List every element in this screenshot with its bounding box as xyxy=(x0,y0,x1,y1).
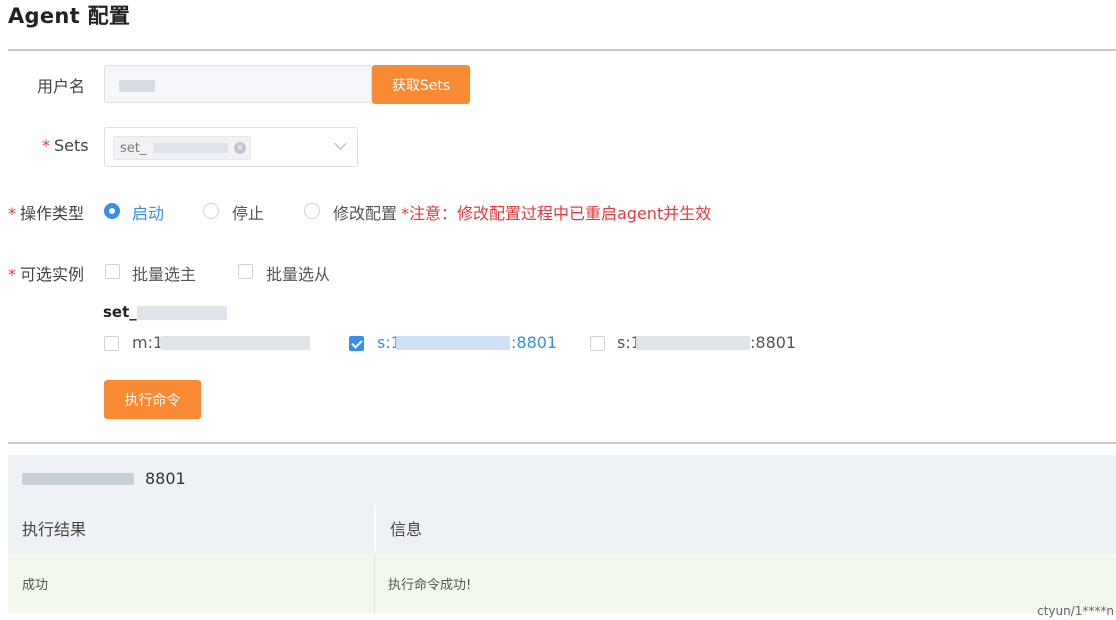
result-message-cell: 执行命令成功! xyxy=(388,577,472,593)
watermark: ctyun/1****n xyxy=(1037,604,1114,618)
result-host-port: 8801 xyxy=(145,469,186,488)
redacted-ip-2 xyxy=(396,336,510,350)
result-panel: 8801 执行结果 信息 成功 执行命令成功! xyxy=(8,455,1116,613)
table-row: 成功 执行命令成功! xyxy=(8,553,1116,613)
required-mark: * xyxy=(8,265,16,284)
required-mark: * xyxy=(42,136,50,155)
username-input[interactable] xyxy=(104,65,372,103)
sets-label-text: Sets xyxy=(54,136,89,155)
sets-select[interactable]: set_ × xyxy=(104,127,358,167)
redacted-ip-3 xyxy=(636,336,750,350)
instance-checkbox-3[interactable] xyxy=(590,336,605,351)
redacted-set-id xyxy=(137,306,227,320)
agent-config-page: Agent 配置 用户名 获取Sets * Sets set_ × * 操作类型 启… xyxy=(0,0,1116,620)
instance-port-3: :8801 xyxy=(750,333,797,352)
batch-select-master-label[interactable]: 批量选主 xyxy=(132,261,196,285)
instances-label: * 可选实例 xyxy=(8,261,84,285)
required-mark: * xyxy=(8,204,16,223)
selected-set-tag-text: set_ xyxy=(120,140,147,156)
batch-select-slave-checkbox[interactable] xyxy=(238,264,253,279)
page-title: Agent 配置 xyxy=(8,4,131,28)
column-header-result: 执行结果 xyxy=(22,520,87,539)
instance-label-1[interactable]: m:1 xyxy=(132,333,163,352)
tag-close-icon[interactable]: × xyxy=(234,142,246,154)
radio-modify-config-label[interactable]: 修改配置 xyxy=(333,200,397,224)
radio-modify-config[interactable] xyxy=(304,203,320,219)
radio-stop[interactable] xyxy=(203,203,219,219)
batch-select-master-checkbox[interactable] xyxy=(105,264,120,279)
operation-label-text: 操作类型 xyxy=(20,204,85,223)
instance-set-name: set_ xyxy=(103,303,137,321)
modify-config-warning: *注意：修改配置过程中已重启agent并生效 xyxy=(401,204,712,223)
operation-label: * 操作类型 xyxy=(8,200,84,224)
execute-command-button[interactable]: 执行命令 xyxy=(104,380,201,419)
radio-stop-label[interactable]: 停止 xyxy=(232,200,264,224)
selected-set-tag: set_ × xyxy=(113,136,251,160)
sets-label: * Sets xyxy=(42,136,89,155)
chevron-down-icon[interactable] xyxy=(334,137,347,150)
redacted-username xyxy=(119,80,155,92)
instance-port-2: :8801 xyxy=(511,333,558,352)
section-divider xyxy=(8,442,1116,444)
redacted-host xyxy=(22,473,134,485)
redacted-ip-1 xyxy=(160,336,310,350)
redacted-set-name xyxy=(154,143,228,153)
radio-start-label[interactable]: 启动 xyxy=(132,200,164,224)
title-divider xyxy=(8,49,1116,51)
instances-label-text: 可选实例 xyxy=(20,265,85,284)
username-label: 用户名 xyxy=(37,77,86,96)
column-header-info: 信息 xyxy=(390,520,423,539)
instance-checkbox-2[interactable] xyxy=(349,336,364,351)
instance-checkbox-1[interactable] xyxy=(104,336,119,351)
radio-start[interactable] xyxy=(104,203,120,219)
batch-select-slave-label[interactable]: 批量选从 xyxy=(266,261,330,285)
fetch-sets-button[interactable]: 获取Sets xyxy=(372,65,470,104)
result-status-cell: 成功 xyxy=(22,577,49,593)
